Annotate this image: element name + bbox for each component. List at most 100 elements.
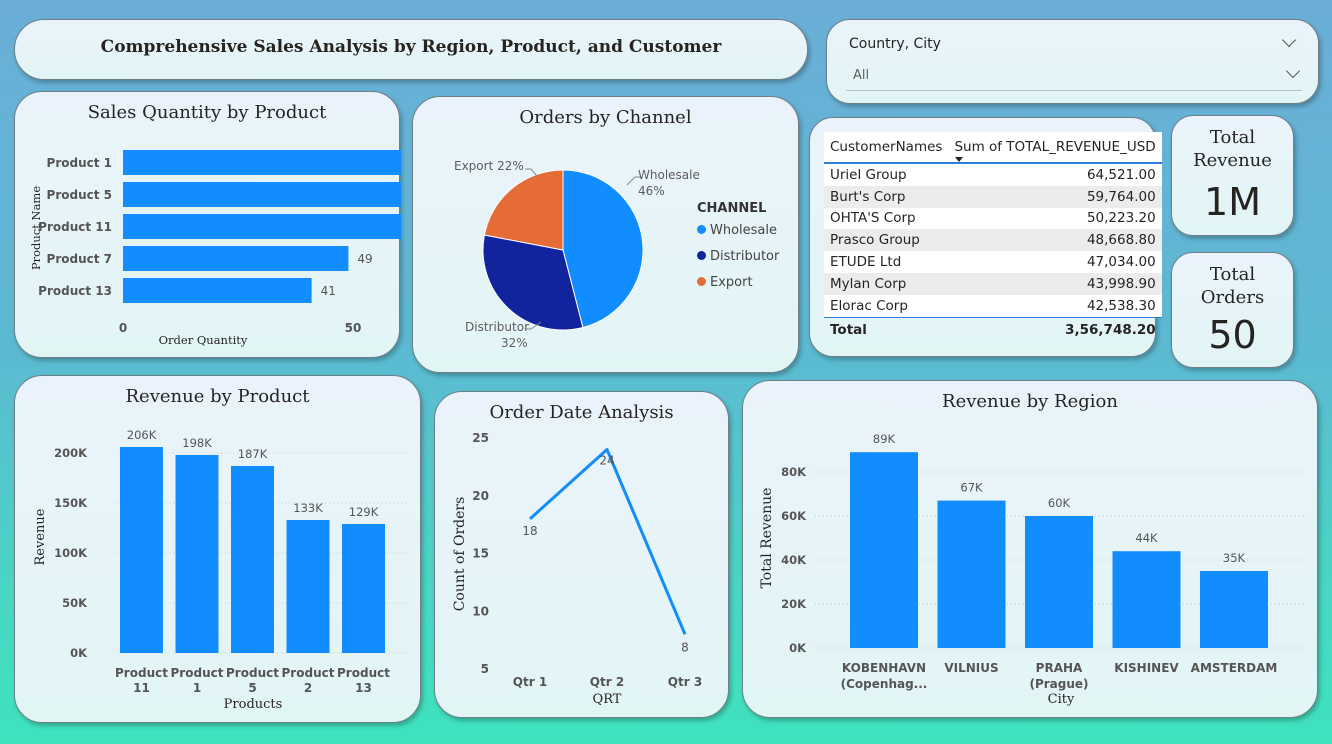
category-label: AMSTERDAM [1191,661,1278,675]
bar [123,246,349,271]
data-label: 35K [1223,551,1246,565]
legend-label: Wholesale [710,223,778,238]
bar [120,447,163,653]
kpi-title-line2: Revenue [1193,150,1272,171]
revenue-value: 64,521.00 [948,163,1162,186]
y-axis-title: Total Revenue [759,488,775,589]
bar [123,214,401,239]
data-label: 67K [960,481,983,495]
revenue-value: 42,538.30 [948,294,1162,318]
total-orders-value: 50 [1208,313,1257,357]
total-label: Total [824,316,949,342]
customer-name: Prasco Group [824,229,949,252]
y-tick-label: 0K [789,641,807,655]
table-row[interactable]: ETUDE Ltd 47,034.00 [824,251,1162,273]
customer-name: ETUDE Ltd [824,251,949,273]
chevron-down-icon[interactable] [1281,32,1297,48]
data-label: 8 [681,640,689,654]
data-label: 133K [293,501,323,515]
table-row[interactable]: Mylan Corp 43,998.90 [824,272,1162,295]
data-label: 41 [321,284,336,298]
sales-quantity-chart: Product 178Product 566Product 1163Produc… [29,150,401,347]
category-label: (Copenhag... [841,677,928,691]
legend-title: CHANNEL [697,201,767,216]
y-tick-label: 15 [472,547,489,561]
page-title: Comprehensive Sales Analysis by Region, … [100,37,722,57]
category-label: Product 5 [47,188,112,202]
slicer-field-label: Country, City [849,36,941,52]
table-row[interactable]: OHTA'S Corp 50,223.20 [824,207,1162,230]
legend-item-wholesale[interactable]: Wholesale [697,223,777,238]
sort-descending-icon [955,157,964,162]
data-label: 60K [1048,496,1071,510]
y-tick-label: 20 [472,489,489,503]
series-line [528,448,687,635]
total-revenue-card: Total Revenue 1M [1171,115,1294,236]
legend-item-export[interactable]: Export [697,275,753,290]
customer-name: Mylan Corp [824,272,949,295]
category-label: PRAHA [1036,661,1083,675]
total-value: 3,56,748.20 [948,316,1162,342]
chevron-down-icon[interactable] [1285,63,1301,79]
table-row[interactable]: Prasco Group 48,668.80 [824,229,1162,252]
orders-by-channel-card: Orders by Channel Wholesale 46% Distributo… [412,96,799,373]
x-axis-title: Order Quantity [159,333,248,347]
slice-label-wholesale: Wholesale [638,168,700,182]
table-row[interactable]: Burt's Corp 59,764.00 [824,185,1162,208]
category-label: 13 [355,681,372,695]
y-tick-label: 5 [481,662,489,676]
data-label: 187K [238,447,268,461]
y-axis-title: Product Name [29,186,43,270]
x-tick-label: Qtr 2 [590,675,624,689]
y-tick-label: 80K [781,465,807,479]
bar [1112,551,1181,648]
revenue-by-region-chart: 0K 20K 40K 60K 80K 89K KOBENHAVN (Copenhag... 67… [759,432,1305,707]
revenue-value: 59,764.00 [948,185,1162,208]
kpi-title-line1: Total [1209,127,1256,148]
data-label: 89K [873,432,896,446]
legend-dot-icon [697,277,706,286]
sales-quantity-chart-card: Sales Quantity by Product Product 178Pro… [14,91,401,358]
country-city-slicer[interactable]: Country, City All [826,19,1319,104]
category-label: Product 7 [47,252,112,266]
category-label: 11 [133,681,150,695]
bar [123,278,312,303]
column-header-revenue[interactable]: Sum of TOTAL_REVENUE_USD [948,132,1162,164]
order-date-analysis-card: Order Date Analysis 5 10 15 20 25 18 Qtr 1 24 Qt… [434,391,729,718]
legend-label: Distributor [710,249,780,264]
y-tick-label: 100K [54,546,88,560]
bar [231,466,274,653]
legend-item-distributor[interactable]: Distributor [697,249,779,264]
y-tick-label: 10 [472,604,489,618]
category-label: Product 13 [38,284,112,298]
table-row[interactable]: Uriel Group 64,521.00 [824,163,1162,186]
kpi-title-line1: Total [1209,264,1256,285]
table-row[interactable]: Elorac Corp 42,538.30 [824,294,1162,318]
slicer-dropdown[interactable]: All [846,60,1302,91]
data-label: 24 [599,454,614,468]
category-label: Product [171,666,224,680]
data-label: 44K [1135,531,1158,545]
y-tick-label: 50K [62,596,88,610]
revenue-value: 50,223.20 [948,207,1162,230]
customer-name: OHTA'S Corp [824,207,949,230]
customer-revenue-table-card: CustomerNames Sum of TOTAL_REVENUE_USD U… [809,117,1162,357]
total-revenue-value: 1M [1204,180,1261,224]
x-tick-label: Qtr 3 [668,675,702,689]
data-label: 198K [182,436,212,450]
slice-label-distributor: Distributor [465,320,529,334]
legend-dot-icon [697,225,706,234]
customer-revenue-table: CustomerNames Sum of TOTAL_REVENUE_USD U… [824,132,1162,342]
x-tick-label: 0 [119,321,127,335]
table-total-row: Total 3,56,748.20 [824,316,1162,342]
bar [342,524,385,653]
category-label: Product [282,666,335,680]
revenue-value: 48,668.80 [948,229,1162,252]
category-label: (Prague) [1029,677,1088,691]
revenue-by-product-chart: 0K50K100K150K200K206KProduct11198KProduc… [33,428,407,712]
column-header-customer[interactable]: CustomerNames [824,132,949,164]
category-label: 5 [248,681,256,695]
y-tick-label: 200K [54,446,88,460]
revenue-value: 43,998.90 [948,272,1162,295]
order-date-line-chart: 5 10 15 20 25 18 Qtr 1 24 Qtr 2 8 Qtr 3 QRT Count of… [452,431,702,707]
